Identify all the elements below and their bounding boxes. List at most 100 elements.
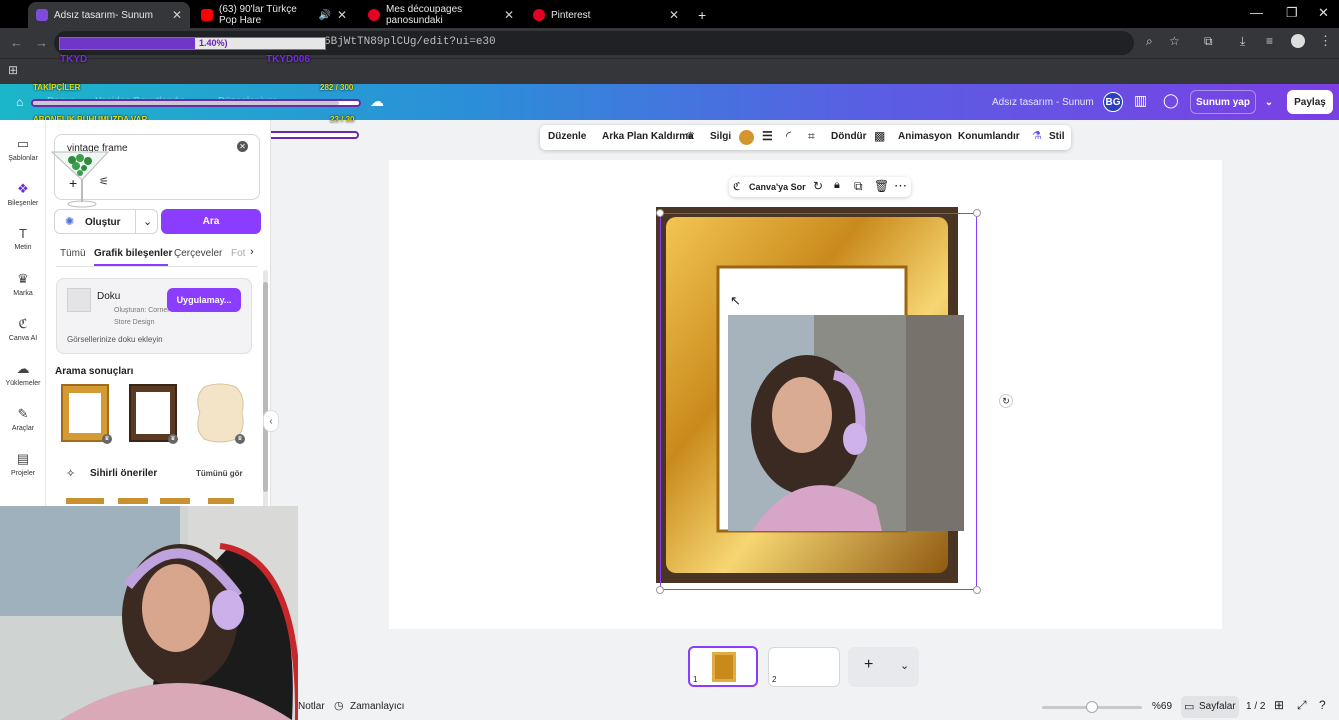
rail-text[interactable]: T Metin <box>0 226 46 251</box>
border-style-icon[interactable]: ☰ <box>762 129 773 143</box>
notes-button[interactable]: Notlar <box>298 701 325 712</box>
comment-icon[interactable]: ◯ <box>1163 92 1179 109</box>
zoom-slider[interactable] <box>1042 701 1142 713</box>
reading-list-icon[interactable]: ≡ <box>1266 34 1273 48</box>
resize-handle[interactable] <box>656 586 664 594</box>
ask-canva-button[interactable]: Canva'ya Sor <box>749 182 806 192</box>
apply-button[interactable]: Uygulamay... <box>167 288 241 312</box>
close-icon[interactable]: ✕ <box>172 8 182 22</box>
search-button[interactable]: Ara <box>161 209 261 234</box>
analytics-icon[interactable]: ▥ <box>1134 92 1147 109</box>
home-icon[interactable]: ⌂ <box>16 95 23 109</box>
timer-button[interactable]: Zamanlayıcı <box>350 701 404 712</box>
chevron-down-icon[interactable]: ⌄ <box>1258 90 1280 114</box>
suggestion-thumb[interactable] <box>160 498 190 504</box>
extensions-icon[interactable]: ⧉ <box>1204 34 1213 49</box>
position-button[interactable]: Konumlandır <box>958 131 1020 142</box>
star-icon[interactable]: ☆ <box>1169 34 1180 48</box>
rotate-handle-icon[interactable]: ↻ <box>999 394 1013 408</box>
selection-box[interactable] <box>660 213 977 590</box>
rail-tools[interactable]: ✎ Araçlar <box>0 406 46 432</box>
lock-icon[interactable]: 🔒︎ <box>834 179 840 192</box>
suggestion-thumb[interactable] <box>66 498 104 504</box>
tab-pinterest[interactable]: Pinterest ✕ <box>525 2 687 28</box>
crop-icon[interactable]: ⌗ <box>808 129 815 144</box>
delete-icon[interactable]: 🗑︎ <box>874 179 889 193</box>
rail-label: Yüklemeler <box>5 380 41 387</box>
suggestion-thumb[interactable] <box>118 498 148 504</box>
page-thumbnail-1[interactable]: 1 <box>688 646 758 687</box>
rail-canva-ai[interactable]: ℭ Canva AI <box>0 316 46 342</box>
page-number: 1 <box>693 675 698 684</box>
document-title[interactable]: Adsız tasarım - Sunum <box>992 97 1094 108</box>
tab-photos[interactable]: Fot <box>231 248 245 259</box>
rail-uploads[interactable]: ☁ Yüklemeler <box>0 361 46 387</box>
menu-icon[interactable]: ⋮ <box>1319 33 1332 49</box>
avatar[interactable]: BG <box>1103 92 1123 112</box>
tab-all[interactable]: Tümü <box>60 248 86 259</box>
tab-label: Mes découpages panosundaki <box>386 4 463 26</box>
maximize-icon[interactable]: ❐ <box>1286 5 1298 21</box>
transparency-icon[interactable]: ▩ <box>874 129 885 143</box>
tab-youtube[interactable]: (63) 90'lar Türkçe Pop Hare 🔊 ✕ <box>193 2 355 28</box>
scrollbar-thumb[interactable] <box>263 282 268 492</box>
resize-handle[interactable] <box>656 209 664 217</box>
duplicate-icon[interactable]: ⧉ <box>854 179 863 194</box>
chevron-down-icon[interactable]: ⌄ <box>900 659 909 672</box>
minimize-icon[interactable]: — <box>1250 5 1263 20</box>
close-window-icon[interactable]: ✕ <box>1318 5 1329 21</box>
see-all-link[interactable]: Tümünü gör <box>196 469 243 478</box>
grid-view-icon[interactable]: ⊞ <box>1274 698 1284 712</box>
edit-button[interactable]: Düzenle <box>548 131 586 142</box>
close-icon[interactable]: ✕ <box>669 8 679 22</box>
rail-brand[interactable]: ♛ Marka <box>0 271 46 297</box>
close-icon[interactable]: ✕ <box>504 8 514 22</box>
refresh-icon[interactable]: ↻ <box>813 179 823 193</box>
clear-search-icon[interactable]: ✕ <box>237 141 248 152</box>
resize-handle[interactable] <box>973 209 981 217</box>
animate-button[interactable]: Animasyon <box>898 131 952 142</box>
tab-pinterest-board[interactable]: Mes découpages panosundaki ✕ <box>360 2 522 28</box>
pages-button[interactable]: ▭ Sayfalar <box>1181 696 1239 718</box>
eraser-button[interactable]: Silgi <box>710 131 731 142</box>
present-button[interactable]: Sunum yap <box>1190 90 1256 114</box>
collapse-panel-button[interactable]: ‹ <box>263 410 279 432</box>
color-swatch[interactable] <box>739 130 754 145</box>
chevron-down-icon[interactable]: ⌄ <box>143 215 152 228</box>
rail-projects[interactable]: ▤ Projeler <box>0 451 46 477</box>
bg-remover-button[interactable]: Arka Plan Kaldırma <box>602 131 694 142</box>
zoom-slider-knob[interactable] <box>1086 701 1098 713</box>
page-thumbnail-2[interactable]: 2 <box>768 647 840 687</box>
zoom-level[interactable]: %69 <box>1152 701 1172 712</box>
cloud-save-icon: ☁ <box>370 93 384 109</box>
tab-frames[interactable]: Çerçeveler <box>174 248 222 259</box>
crown-icon: ♛ <box>686 131 695 142</box>
share-button[interactable]: Paylaş <box>1287 90 1333 114</box>
rail-templates[interactable]: ▭ Şablonlar <box>0 136 46 162</box>
tab-graphics[interactable]: Grafik bileşenler <box>94 248 172 259</box>
corner-rounding-icon[interactable]: ◜ <box>786 128 791 144</box>
fullscreen-icon[interactable]: ⤢ <box>1297 698 1307 713</box>
resize-handle[interactable] <box>973 586 981 594</box>
suggestion-thumb[interactable] <box>208 498 234 504</box>
help-icon[interactable]: ? <box>1319 698 1326 712</box>
forward-icon[interactable]: → <box>35 35 48 50</box>
close-icon[interactable]: ✕ <box>337 8 347 22</box>
chevron-right-icon[interactable]: › <box>250 246 254 258</box>
download-icon[interactable]: ⤓ <box>1240 34 1245 49</box>
profile-avatar[interactable] <box>1291 34 1305 48</box>
rotate-button[interactable]: Döndür <box>831 131 867 142</box>
speaker-icon[interactable]: 🔊 <box>318 10 330 21</box>
style-button[interactable]: Stil <box>1049 131 1065 142</box>
tab-canva[interactable]: Adsız tasarım- Sunum ✕ <box>28 2 190 28</box>
apps-grid-icon[interactable]: ⊞ <box>8 63 18 77</box>
panel-scrollbar[interactable] <box>263 270 268 510</box>
create-button[interactable]: ✺ Oluştur ⌄ <box>54 209 158 234</box>
zoom-icon[interactable]: ⌕ <box>1146 34 1153 49</box>
add-page-button[interactable]: + ⌄ <box>848 647 919 687</box>
more-icon[interactable]: ⋯ <box>894 178 907 194</box>
rail-elements[interactable]: ❖ Bileşenler <box>0 181 46 207</box>
context-menu-bar: ℭ Canva'ya Sor ↻ 🔒︎ ⧉ 🗑︎ ⋯ <box>729 177 911 197</box>
back-icon[interactable]: ← <box>10 35 23 50</box>
new-tab-button[interactable]: + <box>690 2 710 28</box>
